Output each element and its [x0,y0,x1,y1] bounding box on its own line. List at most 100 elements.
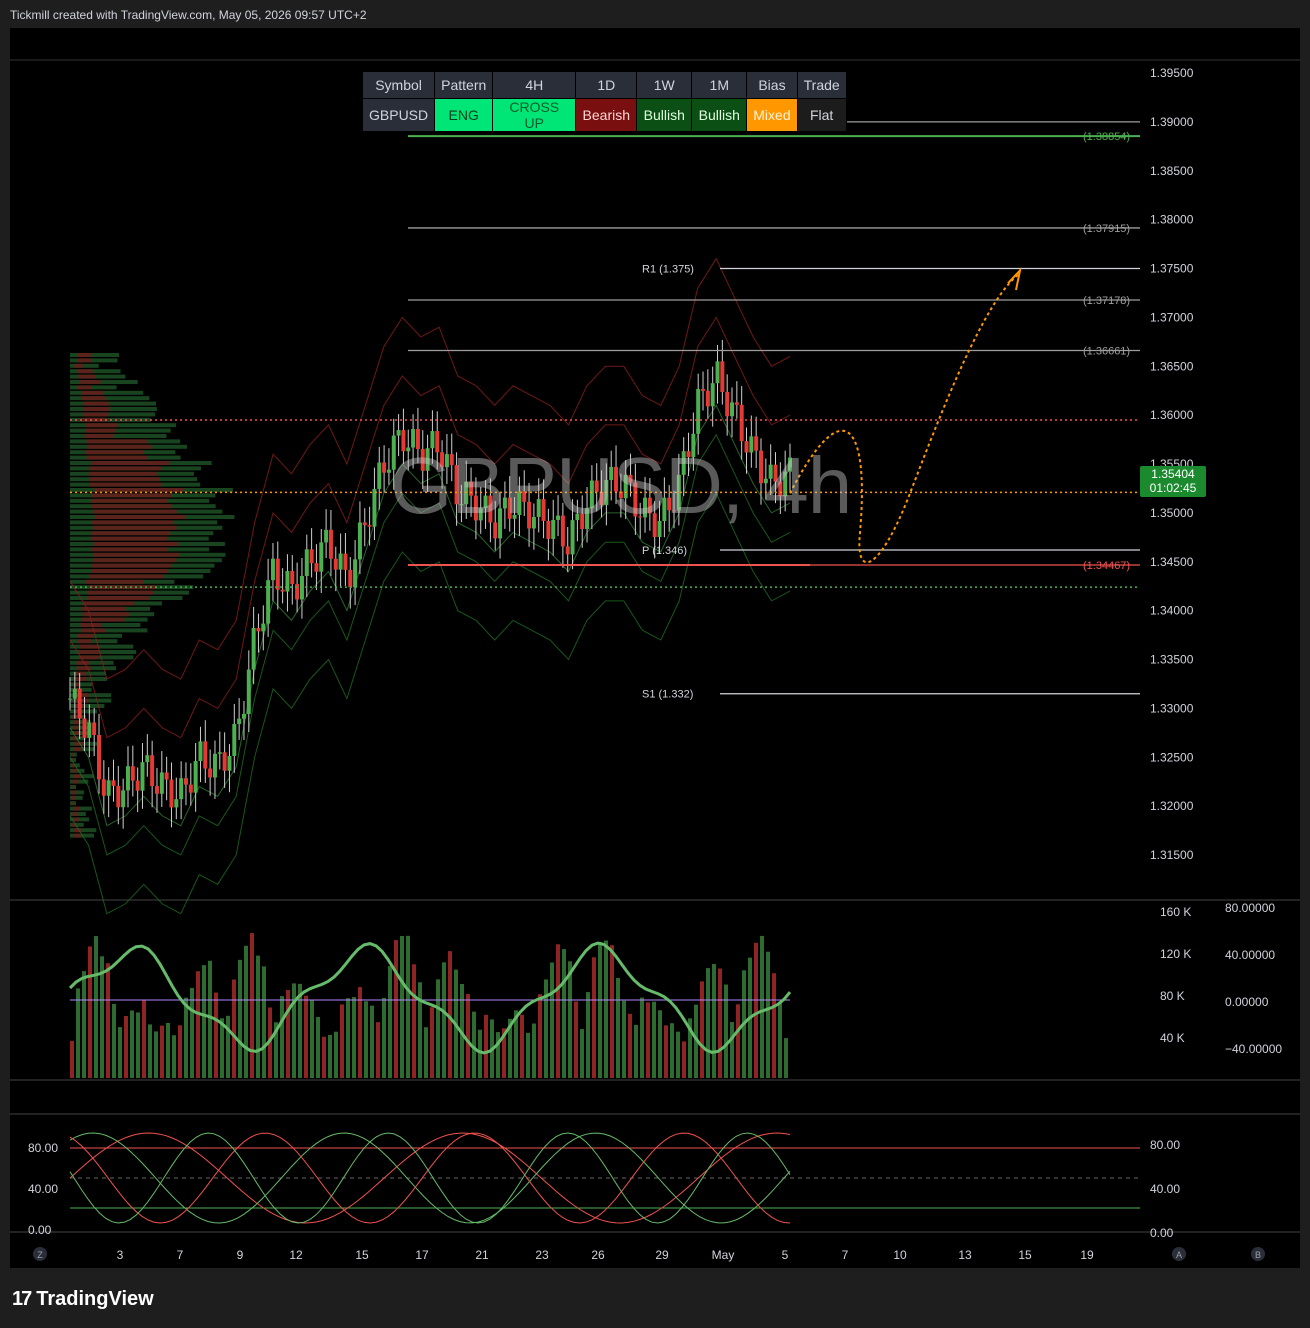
info-value-1m: Bullish [692,99,747,132]
info-header-1m: 1M [692,72,747,99]
last-price: 1.35404 [1140,467,1206,481]
candle-body [759,451,763,484]
volume-bar [442,962,446,1078]
pivot-level-label: (1.37915) [1083,223,1130,235]
volume-bar [724,985,728,1078]
volume-profile-bar-sell [92,493,172,497]
info-header-pattern: Pattern [435,72,493,99]
volume-bar [640,998,644,1078]
candle-body [629,475,633,483]
candle-body [78,689,82,719]
volume-bar [568,961,572,1078]
volume-bar [532,1024,536,1078]
candle-body [484,496,488,509]
volume-bar [562,949,566,1078]
volume-bar [112,1004,116,1078]
candle-body [377,462,381,488]
candle-body [363,522,367,525]
time-axis-tick: 12 [289,1248,303,1262]
candle-body [116,786,120,807]
candle-body [140,762,144,791]
candle-body [711,383,715,406]
candle-body [179,778,183,799]
volume-bar [160,1026,164,1078]
candle-body [551,520,555,539]
candle-body [488,496,492,523]
candle-body [203,741,207,768]
volume-axis-tick: 80 K [1160,989,1185,1003]
volume-bar [430,1007,434,1078]
candle-body [517,491,521,514]
time-axis-tick: 15 [1018,1248,1032,1262]
volume-bar [136,1012,140,1078]
pivot-level-label: S1 (1.332) [642,689,693,701]
candle-body [527,502,531,529]
volume-axis-tick: 160 K [1160,905,1191,919]
volume-profile-bar-sell [84,434,113,438]
candle-body [247,670,251,714]
volume-profile-bar-sell [92,564,171,568]
candle-body [701,389,705,391]
pivot-level-label: R1 (1.375) [642,264,694,276]
volume-profile-bar-sell [82,396,106,400]
candle-body [174,799,178,807]
candle-body [97,735,101,779]
volume-profile-bar-sell [78,369,93,373]
time-axis-tick: 26 [591,1248,605,1262]
candle-body [339,554,343,570]
bar-countdown: 01:02:45 [1140,481,1206,495]
candle-body [165,772,169,779]
candle-body [237,719,241,724]
candle-body [595,481,599,492]
volume-bar [202,965,206,1078]
volume-profile-bar-sell [90,466,162,470]
candle-body [305,549,309,576]
time-axis-tick: 17 [415,1248,429,1262]
candle-body [198,741,202,761]
candle-body [720,361,724,392]
volume-profile-bar-sell [73,780,79,784]
info-value-trade: Flat [797,99,846,132]
volume-bar [310,1000,314,1078]
candle-body [426,448,430,471]
candle-body [754,436,758,450]
volume-profile-bar-sell [77,358,91,362]
volume-profile-bar-sell [88,445,152,449]
volume-bar [736,1004,740,1078]
volume-profile-bar-sell [84,601,135,605]
candle-body [218,752,222,754]
candle-body [667,498,671,510]
candle-body [580,514,584,529]
candle-body [329,530,333,559]
volume-bar [142,1000,146,1078]
info-table: Symbol Pattern 4H 1D 1W 1M Bias Trade GB… [362,71,847,132]
volume-profile-bar-sell [86,423,118,427]
candle-body [353,559,357,587]
oscillator-axis-tick: 40.00000 [1225,948,1275,962]
tradingview-logo[interactable]: 17 TradingView [12,1287,154,1311]
volume-bar [778,1003,782,1078]
volume-bar [424,1027,428,1078]
time-axis-tick: May [712,1248,735,1262]
candle-body [160,772,164,793]
candle-body [227,756,231,771]
volume-bar [652,1002,656,1078]
candle-body [749,436,753,452]
price-axis-tick: 1.35000 [1150,506,1194,520]
volume-bar [580,1029,584,1078]
volume-profile-bar-sell [74,747,81,751]
volume-bar [370,1006,374,1078]
volume-bar [292,983,296,1078]
candle-body [223,752,227,770]
candle-body [401,430,405,451]
volume-profile-bar-sell [72,769,76,773]
volume-profile-bar-sell [71,753,73,757]
candle-body [508,498,512,519]
price-axis-tick: 1.38500 [1150,164,1194,178]
pivot-level-label: (1.34467) [1083,560,1130,572]
candle-body [740,405,744,441]
volume-profile-bar-sell [82,618,125,622]
price-axis-tick: 1.38000 [1150,213,1194,227]
info-header-trade: Trade [797,72,846,99]
volume-bar [682,1041,686,1078]
